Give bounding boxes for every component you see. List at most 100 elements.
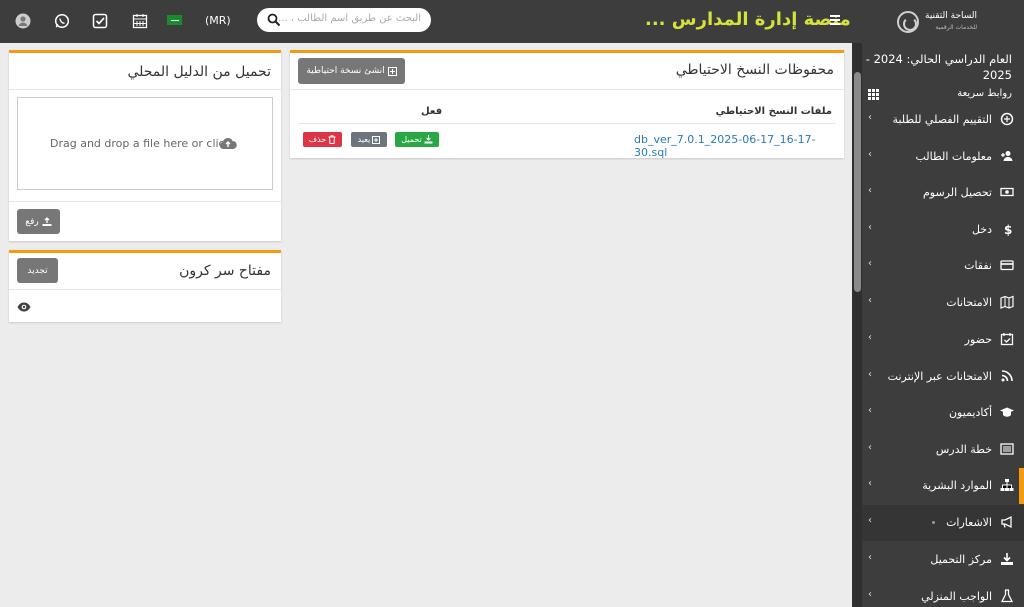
divider — [9, 89, 281, 90]
sidebar-item-label: دخل — [971, 223, 992, 236]
list-icon — [1000, 443, 1014, 455]
restore-label: يعيد — [357, 135, 371, 144]
chevron-left-icon: ‹ — [868, 589, 872, 600]
column-header-action: فعل — [421, 106, 443, 117]
chevron-left-icon: ‹ — [868, 295, 872, 306]
search-placeholder: البحث عن طريق اسم الطالب ، ... — [278, 13, 421, 24]
delete-button[interactable]: حذف — [303, 132, 342, 147]
search-icon[interactable] — [267, 13, 281, 27]
user-plus-icon — [1001, 151, 1013, 161]
cron-panel-title: مفتاح سر كرون — [179, 263, 271, 279]
logo-title: الساحة التقنية — [925, 11, 978, 21]
file-dropzone[interactable]: Drag and drop a file here or click — [17, 97, 273, 190]
sidebar-item-lesson-plan[interactable]: ‹ خطة الدرس — [862, 432, 1024, 468]
backup-history-panel: محفوظات النسخ الاحتياطي انشئ نسخة احتياط… — [290, 50, 844, 159]
upload-panel-title: تحميل من الدليل المحلي — [127, 64, 271, 80]
sidebar-item-label: تحصيل الرسوم — [922, 186, 992, 199]
hamburger-icon[interactable] — [828, 13, 842, 27]
map-icon — [1000, 295, 1014, 309]
divider — [298, 123, 836, 124]
trash-icon — [328, 135, 336, 144]
divider — [9, 289, 281, 290]
chevron-left-icon: ‹ — [868, 405, 872, 416]
backup-file-link[interactable]: db_ver_7.0.1_2025-06-17_16-17-30.sql — [634, 133, 844, 159]
chevron-left-icon: ‹ — [868, 442, 872, 453]
upload-button[interactable]: رفع — [17, 209, 60, 234]
sidebar-item-download-center[interactable]: ‹ مركز التحميل — [862, 542, 1024, 578]
renew-label: تجديد — [27, 265, 48, 276]
sidebar-item-label: معلومات الطالب — [915, 150, 992, 163]
calendar-check-icon — [1000, 333, 1014, 346]
upload-panel: تحميل من الدليل المحلي Drag and drop a f… — [9, 50, 281, 241]
app-title: منصة إدارة المدارس ... — [645, 9, 851, 30]
quick-links-label: روابط سريعة — [957, 88, 1012, 99]
dollar-icon: $ — [1004, 223, 1012, 236]
sidebar-item-hr[interactable]: ‹ الموارد البشرية — [862, 468, 1024, 504]
grade-icon — [1000, 112, 1014, 126]
plus-square-icon — [372, 135, 381, 144]
chevron-left-icon: ‹ — [868, 149, 872, 160]
credit-card-icon — [1000, 260, 1014, 271]
indicator-dot — [932, 521, 935, 524]
create-backup-button[interactable]: انشئ نسخة احتياطية — [298, 58, 405, 84]
flag-icon[interactable] — [166, 14, 183, 26]
checklist-icon[interactable] — [91, 12, 109, 30]
divider — [290, 89, 844, 90]
quick-links[interactable]: روابط سريعة — [866, 88, 1012, 102]
chevron-left-icon: ‹ — [868, 515, 872, 526]
plus-square-icon — [387, 66, 397, 76]
language-label[interactable]: (MR) — [205, 14, 231, 27]
sidebar-item-online-exams[interactable]: ‹ الامتحانات عبر الإنترنت — [862, 359, 1024, 395]
sidebar-item-label: مركز التحميل — [930, 553, 992, 566]
renew-button[interactable]: تجديد — [17, 258, 58, 283]
chevron-left-icon: ‹ — [868, 552, 872, 563]
download-button[interactable]: تحميل — [395, 132, 439, 147]
logo: الساحة التقنية للخدمات الرقمية — [897, 8, 1007, 36]
sidebar-item-label: الموارد البشرية — [922, 479, 992, 492]
chevron-left-icon: ‹ — [868, 258, 872, 269]
money-icon — [1000, 187, 1014, 197]
sidebar-item-label: حضور — [964, 333, 992, 346]
sidebar-item-student-info[interactable]: ‹ معلومات الطالب — [862, 139, 1024, 175]
eye-icon[interactable] — [17, 301, 31, 313]
calendar-icon[interactable] — [131, 12, 149, 30]
column-header-files: ملفات النسخ الاحتياطي — [715, 106, 832, 117]
active-indicator — [1019, 468, 1024, 504]
sidebar-item-notifications[interactable]: ‹ الاشعارات — [862, 505, 1024, 541]
restore-button[interactable]: يعيد — [351, 132, 387, 147]
sidebar-item-homework[interactable]: ‹ الواجب المنزلي — [862, 579, 1024, 607]
top-bar — [0, 0, 1024, 43]
divider — [9, 201, 281, 202]
chevron-left-icon: ‹ — [868, 478, 872, 489]
download-icon — [424, 135, 433, 144]
sidebar-item-exams[interactable]: ‹ الامتحانات — [862, 285, 1024, 321]
search-input[interactable]: البحث عن طريق اسم الطالب ، ... — [257, 8, 431, 32]
grid-icon[interactable] — [868, 89, 879, 100]
sidebar-item-label: نفقات — [964, 259, 992, 272]
whatsapp-icon[interactable] — [53, 12, 71, 30]
chevron-left-icon: ‹ — [868, 112, 872, 123]
upload-icon — [42, 217, 52, 226]
sidebar-item-expenses[interactable]: ‹ نفقات — [862, 248, 1024, 284]
chevron-left-icon: ‹ — [868, 332, 872, 343]
chevron-left-icon: ‹ — [868, 222, 872, 233]
rss-icon — [1001, 370, 1013, 382]
user-icon[interactable] — [14, 12, 32, 30]
sitemap-icon — [1000, 479, 1014, 491]
academic-year: العام الدراسي الحالي: 2024 - 2025 — [865, 52, 1012, 82]
sidebar-scrollbar-thumb[interactable] — [854, 72, 861, 292]
sidebar-item-fees[interactable]: ‹ تحصيل الرسوم — [862, 175, 1024, 211]
download-icon — [1001, 553, 1013, 565]
logo-mark-icon — [897, 11, 919, 33]
sidebar-item-income[interactable]: ‹ دخل $ — [862, 212, 1024, 248]
sidebar-item-label: الاشعارات — [946, 516, 992, 529]
sidebar-item-academics[interactable]: ‹ أكاديميون — [862, 395, 1024, 431]
sidebar-item-attendance[interactable]: ‹ حضور — [862, 322, 1024, 358]
sidebar-item-label: خطة الدرس — [935, 443, 992, 456]
sidebar-item-grades[interactable]: ‹ التقييم الفصلي للطلبة — [862, 102, 1024, 138]
backup-panel-title: محفوظات النسخ الاحتياطي — [675, 62, 834, 78]
chevron-left-icon: ‹ — [868, 185, 872, 196]
svg-text:$: $ — [1004, 223, 1012, 236]
bullhorn-icon — [1001, 515, 1012, 529]
chevron-left-icon: ‹ — [868, 369, 872, 380]
